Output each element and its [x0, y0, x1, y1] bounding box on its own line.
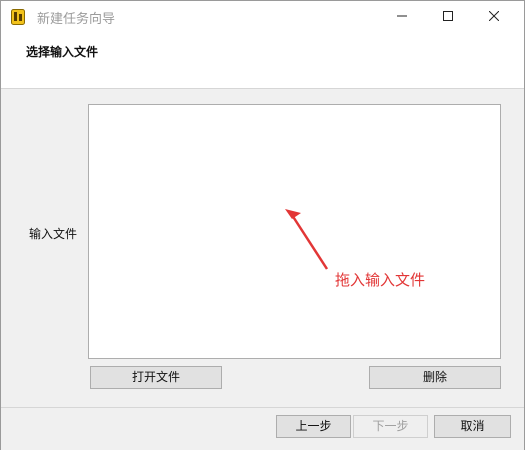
previous-step-button[interactable]: 上一步: [276, 415, 351, 438]
next-step-button[interactable]: 下一步: [353, 415, 428, 438]
drop-hint-text: 拖入输入文件: [335, 271, 426, 289]
app-icon: [11, 9, 25, 25]
minimize-button[interactable]: [379, 1, 425, 32]
hint-arrow-icon: [285, 209, 329, 270]
close-icon: [489, 11, 499, 21]
page-title: 选择输入文件: [26, 45, 99, 59]
window-title: 新建任务向导: [37, 12, 116, 27]
open-file-button[interactable]: 打开文件: [90, 366, 222, 389]
delete-button[interactable]: 删除: [369, 366, 501, 389]
wizard-header: 选择输入文件: [1, 32, 524, 89]
title-bar[interactable]: 新建任务向导: [1, 1, 524, 32]
maximize-icon: [443, 11, 453, 21]
minimize-icon: [397, 15, 407, 17]
input-file-label: 输入文件: [29, 227, 78, 241]
close-button[interactable]: [471, 1, 517, 32]
wizard-window: 新建任务向导 选择输入文件 输入文件 拖入输入文件 打开文件 删除 上一步 下一…: [0, 0, 525, 450]
cancel-button[interactable]: 取消: [434, 415, 511, 438]
maximize-button[interactable]: [425, 1, 471, 32]
